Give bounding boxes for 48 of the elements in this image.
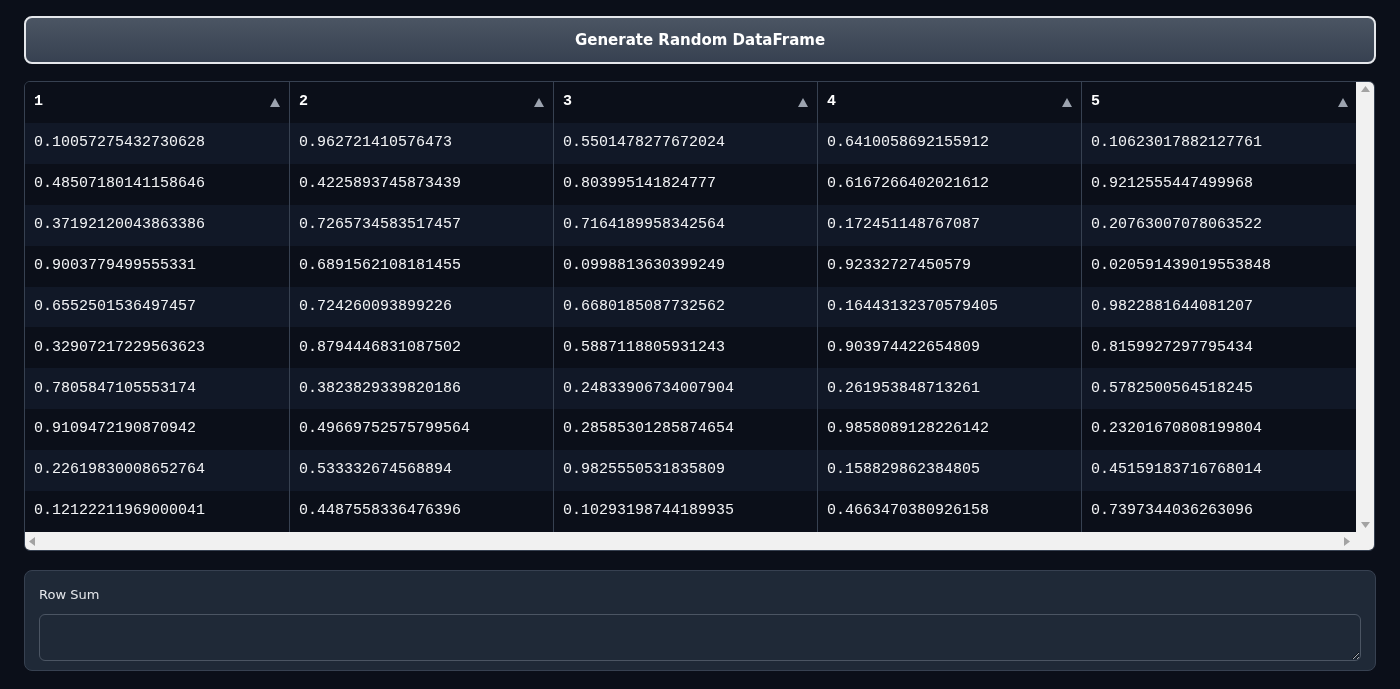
- table-cell: 0.172451148767087: [817, 204, 1081, 246]
- table-cell: 0.10293198744189935: [553, 491, 817, 532]
- table-cell: 0.4487558336476396: [289, 491, 553, 532]
- field-label: Row Sum: [39, 586, 101, 604]
- sort-icon[interactable]: [798, 97, 808, 107]
- column-header[interactable]: 2: [289, 82, 553, 123]
- table-cell-text: 0.32907217229563623: [33, 337, 207, 358]
- table-cell-text: 0.7805847105553174: [33, 378, 198, 399]
- table-cell-text: 0.6552501536497457: [33, 296, 198, 317]
- sort-icon[interactable]: [1338, 97, 1348, 107]
- table-cell: 0.803995141824777: [553, 163, 817, 205]
- row-sum-field[interactable]: [39, 613, 1361, 661]
- column-header-label: 5: [1091, 92, 1100, 113]
- scroll-down-icon[interactable]: [1360, 522, 1370, 528]
- scroll-right-icon[interactable]: [1344, 536, 1350, 546]
- table-cell: 0.962721410576473: [289, 122, 553, 164]
- column-header-label: 3: [563, 92, 572, 113]
- table-cell: 0.6410058692155912: [817, 122, 1081, 164]
- sort-icon[interactable]: [1062, 97, 1072, 107]
- table-cell-text: 0.12122211969000041: [33, 501, 207, 522]
- column-header-label: 1: [34, 92, 43, 113]
- table-cell-text: 0.37192120043863386: [33, 214, 207, 235]
- table-cell: 0.6167266402021612: [817, 163, 1081, 205]
- scroll-left-icon[interactable]: [29, 536, 35, 546]
- table-cell: 0.0998813630399249: [553, 245, 817, 287]
- column-header-label: 4: [827, 92, 836, 113]
- scroll-up-icon[interactable]: [1360, 86, 1370, 92]
- table-cell-text: 0.10057275432730628: [33, 133, 207, 154]
- generate-button[interactable]: Generate Random DataFrame: [24, 16, 1376, 64]
- horizontal-scrollbar[interactable]: [25, 532, 1374, 550]
- column-header[interactable]: 1: [25, 82, 289, 123]
- sort-icon[interactable]: [534, 97, 544, 107]
- table-cell-text: 0.22619830008652764: [33, 460, 207, 481]
- table-cell: 0.6891562108181455: [289, 245, 553, 287]
- table-cell-text: 0.9109472190870942: [33, 419, 198, 440]
- table-cell: 0.7164189958342564: [553, 204, 817, 246]
- table-cell-text: 0.9003779499555331: [33, 255, 198, 276]
- table-cell: 0.4663470380926158: [817, 491, 1081, 532]
- sort-icon[interactable]: [270, 97, 280, 107]
- table-cell: 0.92332727450579: [817, 245, 1081, 287]
- column-header[interactable]: 3: [553, 82, 817, 123]
- table-cell: 0.7265734583517457: [289, 204, 553, 246]
- column-header[interactable]: 4: [817, 82, 1081, 123]
- table-cell: 0.4225893745873439: [289, 163, 553, 205]
- table-cell-text: 0.48507180141158646: [33, 174, 207, 194]
- column-header-label: 2: [299, 92, 308, 113]
- vertical-scrollbar[interactable]: [1356, 82, 1374, 532]
- table-cell: 0.5501478277672024: [553, 122, 817, 164]
